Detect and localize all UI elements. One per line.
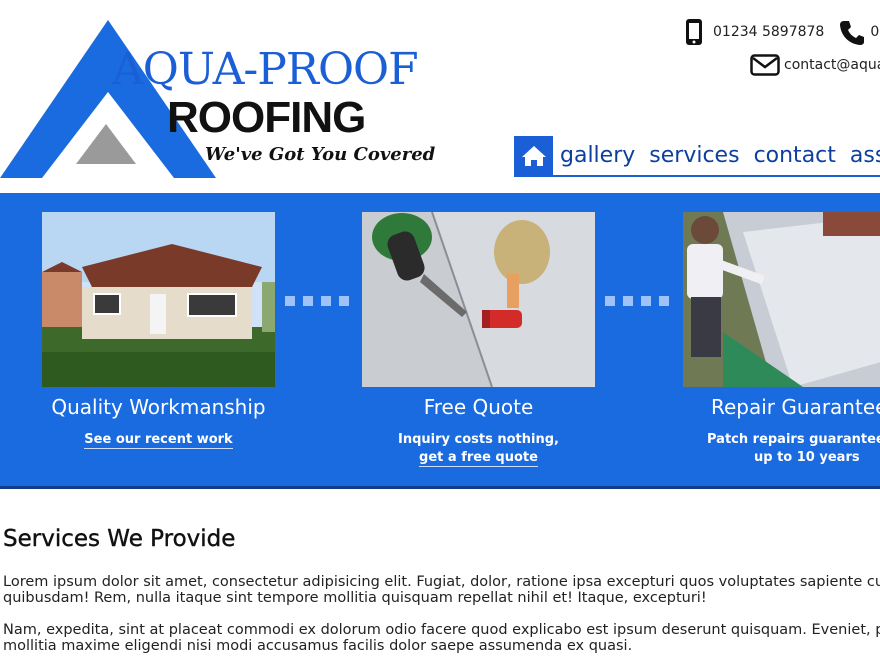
nav-contact[interactable]: contact [747,136,843,175]
brand-logo[interactable]: AQUA-PROOF ROOFING We've Got You Covered [0,14,470,184]
nav-home[interactable] [514,136,553,175]
features-band: Quality Workmanship See our recent work … [0,193,880,489]
paragraph-1: Lorem ipsum dolor sit amet, consectetur … [3,574,880,606]
phone-number-landline[interactable]: 012 [870,24,880,40]
nav-gallery[interactable]: gallery [553,136,642,175]
envelope-icon [750,54,780,76]
email-address[interactable]: contact@aqua [784,57,880,73]
feature-desc: Inquiry costs nothing, get a free quote [362,431,595,467]
phone-number-mobile[interactable]: 01234 5897878 [713,24,824,40]
main-nav: gallery services contact ass [514,136,880,177]
feature-desc: See our recent work [42,431,275,449]
divider-dots [605,296,669,306]
feature-desc-line-2: up to 10 years [754,450,860,465]
roof-welding-photo[interactable] [362,212,595,387]
feature-card-quote: Free Quote Inquiry costs nothing, get a … [362,212,595,467]
nav-ass[interactable]: ass [843,136,880,175]
feature-title: Repair Guarantee [711,395,880,419]
phone-handset-icon [838,19,865,45]
paragraph-2: Nam, expedita, sint at placeat commodi e… [3,622,880,654]
feature-desc-line: Patch repairs guaranteed fo [707,432,880,447]
feature-desc: Patch repairs guaranteed fo up to 10 yea… [683,431,880,467]
feature-card-quality: Quality Workmanship See our recent work [42,212,275,449]
paragraph-1-line-2: quibusdam! Rem, nulla itaque sint tempor… [3,590,707,606]
paragraph-1-line-1: Lorem ipsum dolor sit amet, consectetur … [3,574,880,590]
home-icon [521,145,546,166]
free-quote-link[interactable]: get a free quote [419,450,538,467]
logo-name-line2: ROOFING [167,93,366,142]
services-section: Services We Provide Lorem ipsum dolor si… [3,526,880,660]
phone-contacts: 01234 5897878 012 [684,18,880,46]
roofer-photo[interactable] [683,212,880,387]
feature-desc-line: Inquiry costs nothing, [398,432,559,447]
paragraph-2-line-2: mollitia maxime eligendi nisi modi accus… [3,638,633,654]
recent-work-link[interactable]: See our recent work [84,432,233,449]
house-photo[interactable] [42,212,275,387]
feature-title: Quality Workmanship [51,395,266,419]
divider-dots [285,296,349,306]
mobile-phone-icon [684,18,704,46]
logo-name-line1: AQUA-PROOF [112,44,419,95]
nav-services[interactable]: services [642,136,746,175]
section-heading: Services We Provide [3,526,236,552]
feature-card-guarantee: Repair Guarantee Patch repairs guarantee… [683,212,880,467]
email-contact: contact@aqua [750,54,880,76]
paragraph-2-line-1: Nam, expedita, sint at placeat commodi e… [3,622,880,638]
feature-title: Free Quote [423,395,534,419]
logo-tagline: We've Got You Covered [205,144,436,165]
site-header: AQUA-PROOF ROOFING We've Got You Covered… [0,0,880,193]
